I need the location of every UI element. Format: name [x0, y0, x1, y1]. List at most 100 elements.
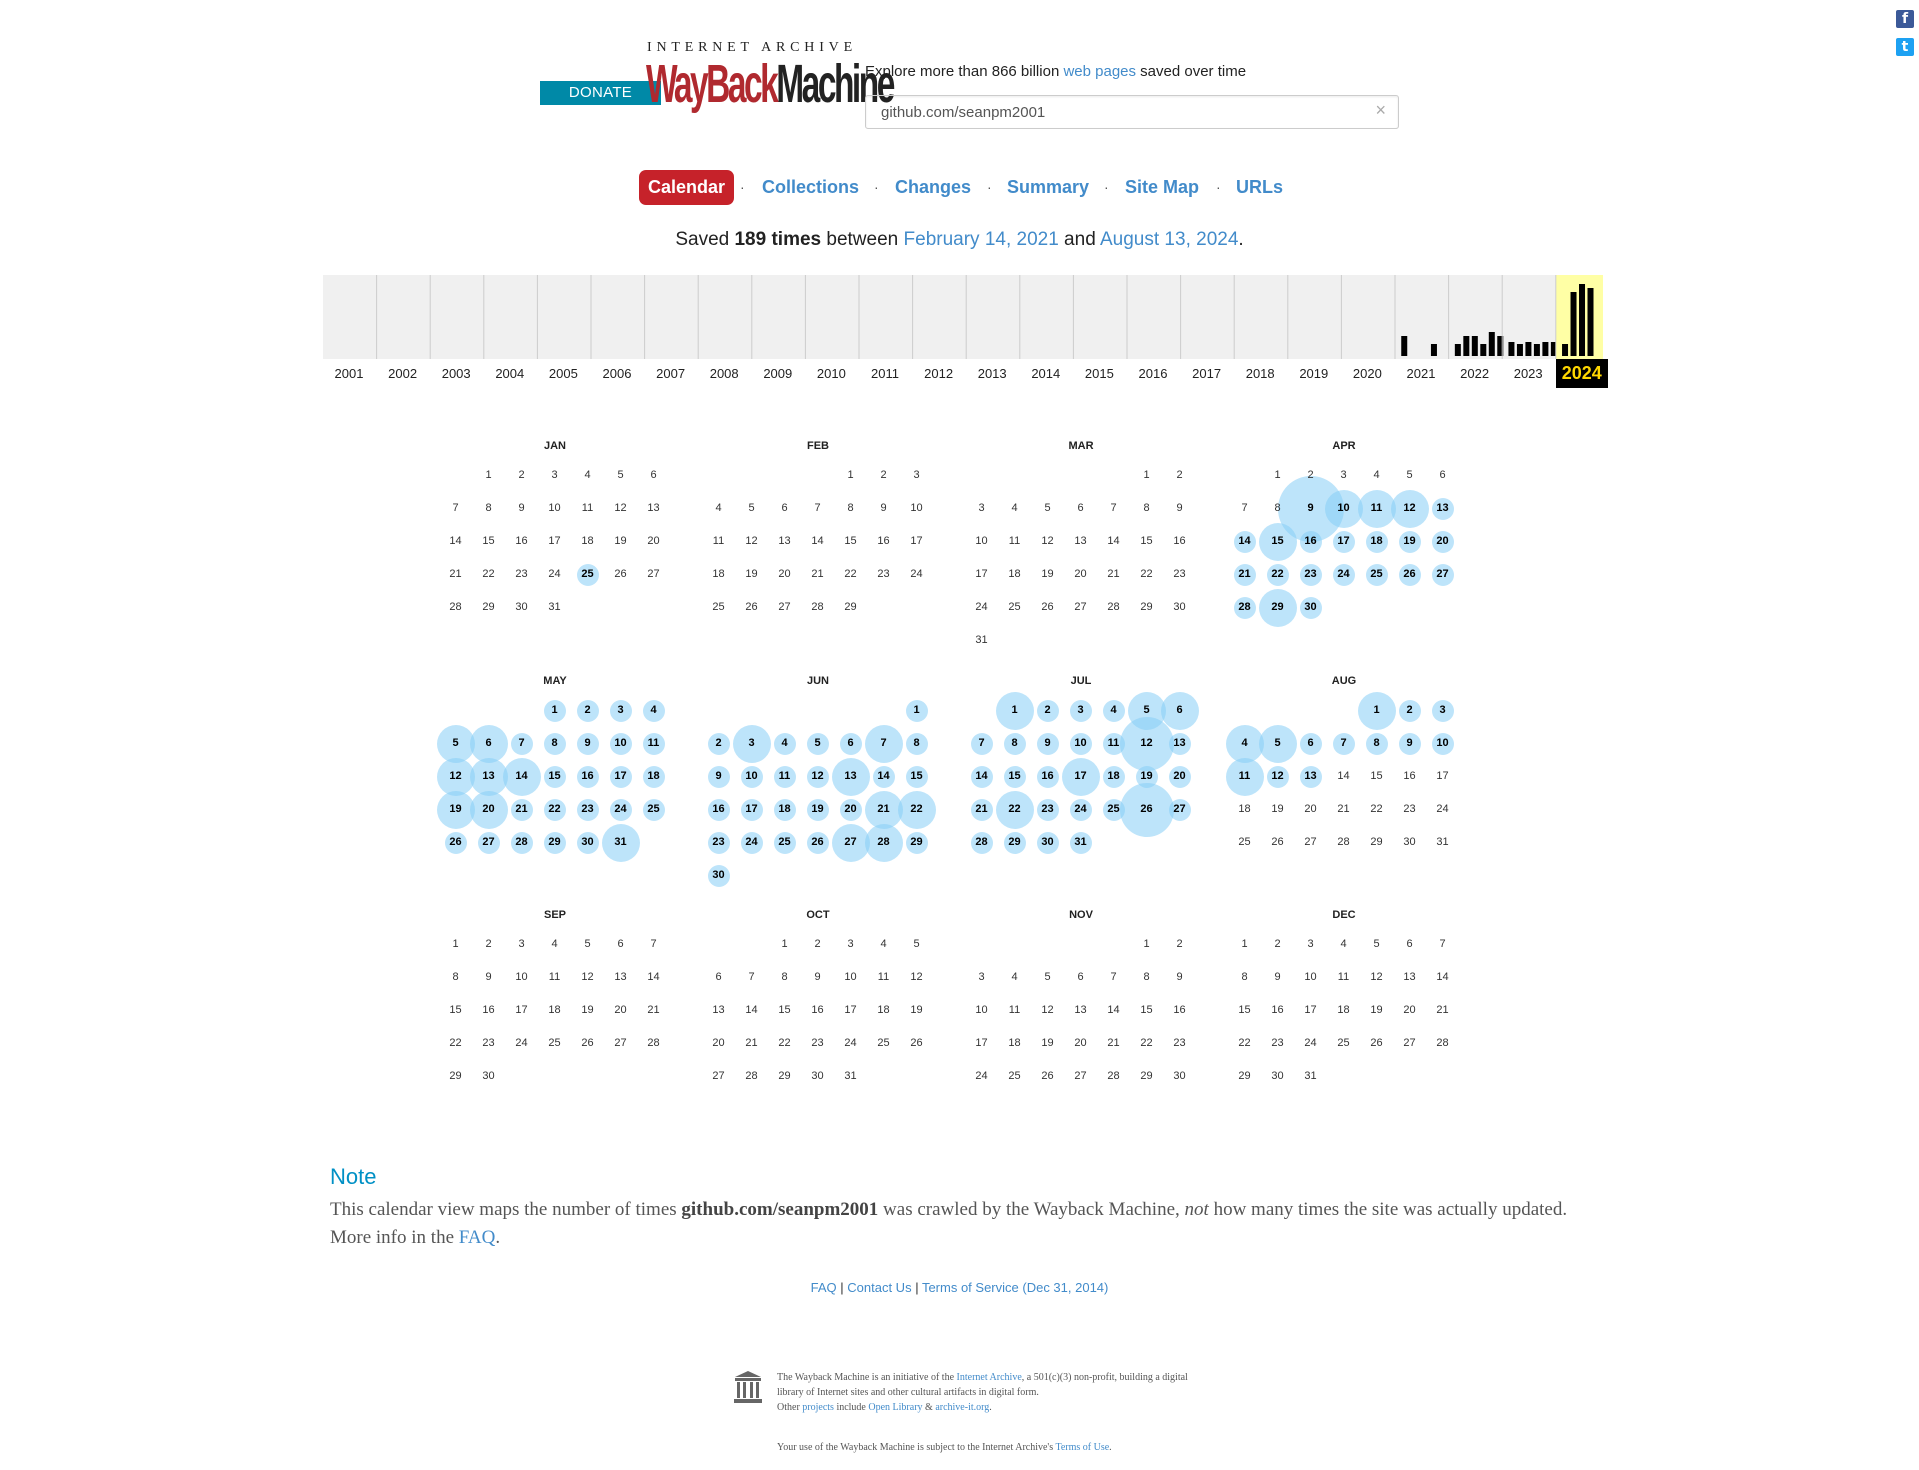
calendar-day[interactable]: 12	[1261, 760, 1294, 793]
calendar-day[interactable]: 20	[834, 793, 867, 826]
calendar-day[interactable]: 23	[571, 793, 604, 826]
url-search-input[interactable]	[879, 103, 1363, 122]
sparkline-year-label[interactable]: 2024	[1555, 359, 1608, 388]
calendar-day[interactable]: 13	[469, 757, 508, 796]
last-capture-link[interactable]: August 13, 2024	[1100, 229, 1238, 250]
calendar-day[interactable]: 12	[801, 760, 834, 793]
day-number[interactable]: 15	[998, 760, 1031, 793]
internet-archive-link[interactable]: Internet Archive	[957, 1372, 1022, 1383]
day-number[interactable]: 14	[965, 760, 998, 793]
day-number[interactable]: 16	[702, 793, 735, 826]
calendar-day[interactable]: 7	[965, 727, 998, 760]
calendar-day[interactable]: 25	[768, 826, 801, 859]
calendar-day[interactable]: 15	[998, 760, 1031, 793]
calendar-day[interactable]: 11	[637, 727, 670, 760]
day-number[interactable]: 12	[801, 760, 834, 793]
day-number[interactable]: 10	[735, 760, 768, 793]
day-number[interactable]: 2	[571, 694, 604, 727]
calendar-day[interactable]: 17	[735, 793, 768, 826]
calendar-day[interactable]: 9	[571, 727, 604, 760]
tab-urls[interactable]: URLs	[1236, 170, 1283, 205]
day-number[interactable]: 20	[1163, 760, 1196, 793]
calendar-day[interactable]: 6	[1294, 727, 1327, 760]
calendar-day[interactable]: 2	[1031, 694, 1064, 727]
day-number[interactable]: 25	[637, 793, 670, 826]
calendar-day[interactable]: 20	[469, 790, 508, 829]
day-number[interactable]: 1	[900, 694, 933, 727]
day-number[interactable]: 22	[900, 793, 933, 826]
calendar-day[interactable]: 17	[1061, 757, 1100, 796]
day-number[interactable]: 23	[1031, 793, 1064, 826]
calendar-day[interactable]: 3	[1064, 694, 1097, 727]
calendar-day[interactable]: 15	[900, 760, 933, 793]
calendar-day[interactable]: 4	[637, 694, 670, 727]
day-number[interactable]: 28	[1228, 591, 1261, 624]
day-number[interactable]: 1	[998, 694, 1031, 727]
sparkline-year-label[interactable]: 2014	[1020, 366, 1072, 381]
day-number[interactable]: 29	[538, 826, 571, 859]
calendar-day[interactable]: 13	[1294, 760, 1327, 793]
day-number[interactable]: 17	[604, 760, 637, 793]
calendar-day[interactable]: 22	[995, 790, 1034, 829]
calendar-day[interactable]: 11	[1357, 489, 1396, 528]
day-number[interactable]: 11	[1228, 760, 1261, 793]
calendar-day[interactable]: 10	[1426, 727, 1459, 760]
calendar-day[interactable]: 5	[801, 727, 834, 760]
calendar-day[interactable]: 16	[702, 793, 735, 826]
calendar-day[interactable]: 11	[1225, 757, 1264, 796]
day-number[interactable]: 8	[998, 727, 1031, 760]
day-number[interactable]: 10	[1327, 492, 1360, 525]
day-number[interactable]: 27	[1426, 558, 1459, 591]
calendar-day[interactable]: 20	[1163, 760, 1196, 793]
calendar-day[interactable]: 9	[1031, 727, 1064, 760]
calendar-day[interactable]: 28	[505, 826, 538, 859]
calendar-day[interactable]: 9	[1393, 727, 1426, 760]
calendar-day[interactable]: 11	[1097, 727, 1130, 760]
day-number[interactable]: 19	[1130, 760, 1163, 793]
calendar-day[interactable]: 21	[864, 790, 903, 829]
day-number[interactable]: 17	[1064, 760, 1097, 793]
calendar-day[interactable]: 20	[1426, 525, 1459, 558]
day-number[interactable]: 11	[768, 760, 801, 793]
day-number[interactable]: 9	[1393, 727, 1426, 760]
calendar-day[interactable]: 8	[998, 727, 1031, 760]
note-faq-link[interactable]: FAQ	[459, 1227, 496, 1248]
day-number[interactable]: 21	[867, 793, 900, 826]
day-number[interactable]: 25	[768, 826, 801, 859]
calendar-day[interactable]: 14	[502, 757, 541, 796]
day-number[interactable]: 4	[1097, 694, 1130, 727]
footer-tos-link[interactable]: Terms of Service (Dec 31, 2014)	[922, 1280, 1108, 1295]
day-number[interactable]: 20	[472, 793, 505, 826]
calendar-day[interactable]: 13	[831, 757, 870, 796]
sparkline-year-label[interactable]: 2018	[1234, 366, 1286, 381]
sparkline-year-label[interactable]: 2011	[859, 366, 911, 381]
year-sparkline[interactable]: 2001 2002 2003 2004 2005 2006 2007 2008 2009 2010…	[323, 275, 1608, 390]
calendar-day[interactable]: 14	[1228, 525, 1261, 558]
calendar-day[interactable]: 9	[1277, 475, 1344, 542]
sparkline-year-label[interactable]: 2007	[645, 366, 697, 381]
day-number[interactable]: 30	[1031, 826, 1064, 859]
day-number[interactable]: 16	[1031, 760, 1064, 793]
day-number[interactable]: 2	[1031, 694, 1064, 727]
sparkline-year-label[interactable]: 2001	[323, 366, 375, 381]
calendar-day[interactable]: 2	[1393, 694, 1426, 727]
calendar-day[interactable]: 15	[1258, 522, 1297, 561]
day-number[interactable]: 23	[702, 826, 735, 859]
day-number[interactable]: 14	[867, 760, 900, 793]
calendar-day[interactable]: 13	[1426, 492, 1459, 525]
twitter-icon[interactable]: t	[1896, 38, 1914, 56]
tab-collections[interactable]: Collections	[762, 170, 859, 205]
calendar-day[interactable]: 7	[505, 727, 538, 760]
calendar-day[interactable]: 27	[1163, 793, 1196, 826]
first-capture-link[interactable]: February 14, 2021	[904, 229, 1059, 250]
calendar-day[interactable]: 10	[1324, 489, 1363, 528]
calendar-day[interactable]: 24	[1064, 793, 1097, 826]
calendar-day[interactable]: 26	[439, 826, 472, 859]
calendar-day[interactable]: 25	[1097, 793, 1130, 826]
calendar-day[interactable]: 18	[1097, 760, 1130, 793]
day-number[interactable]: 26	[439, 826, 472, 859]
calendar-day[interactable]: 10	[1064, 727, 1097, 760]
day-number[interactable]: 12	[1261, 760, 1294, 793]
calendar-day[interactable]: 23	[1031, 793, 1064, 826]
day-number[interactable]: 17	[1327, 525, 1360, 558]
